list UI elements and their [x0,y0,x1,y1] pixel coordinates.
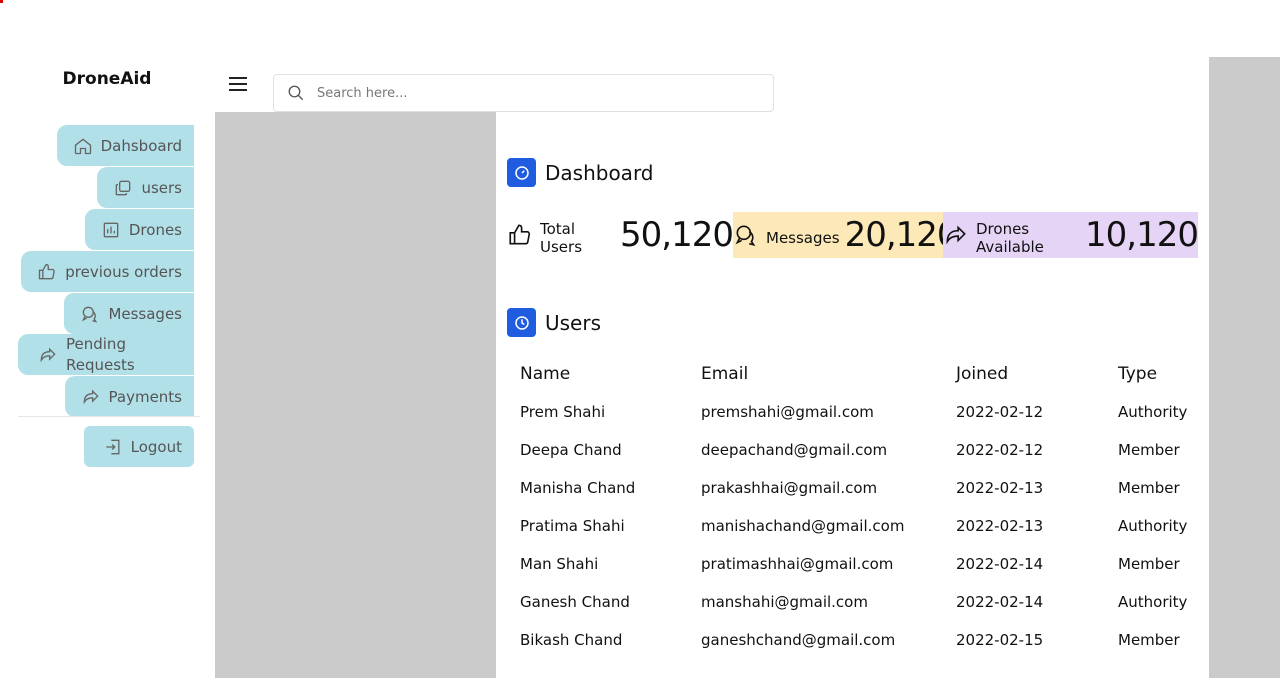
cell-type: Authority [1118,517,1188,535]
sidebar-item-drones[interactable]: Drones [84,209,194,250]
stat-value: 10,120 [1085,215,1199,255]
speedometer-icon [507,158,536,187]
cell-joined: 2022-02-14 [956,593,1044,611]
cell-email: deepachand@gmail.com [701,441,888,459]
cell-email: premshahi@gmail.com [701,403,874,421]
sidebar-item-label: users [141,178,182,197]
sidebar-item-users[interactable]: users [97,167,194,208]
cell-email: prakashhai@gmail.com [701,479,878,497]
sidebar-item-dashboard[interactable]: Dahsboard [56,125,194,166]
cell-type: Member [1118,631,1180,649]
logout-button[interactable]: Logout [84,426,194,467]
column-header-joined: Joined [956,364,1009,384]
cell-email: manshahi@gmail.com [701,593,868,611]
dashboard-heading: Dashboard [507,158,654,187]
clock-icon [507,308,536,337]
cell-name: Ganesh Chand [520,593,630,611]
cell-joined: 2022-02-13 [956,479,1044,497]
thumbs-up-icon [37,262,57,282]
sidebar-divider [18,416,200,417]
sidebar-item-previous-orders[interactable]: previous orders [21,251,194,292]
sidebar-item-label: previous orders [65,262,182,281]
table-row: Prem Shahi premshahi@gmail.com 2022-02-1… [507,393,1205,431]
cell-type: Member [1118,555,1180,573]
corner-marker [0,0,3,3]
cell-email: ganeshchand@gmail.com [701,631,896,649]
cell-type: Member [1118,441,1180,459]
sidebar-item-label: Drones [128,220,182,239]
column-header-email: Email [701,364,749,384]
column-header-type: Type [1118,364,1158,384]
stat-value: 20,120 [844,215,959,255]
cell-type: Authority [1118,403,1188,421]
share-icon [38,345,58,365]
users-heading: Users [507,308,601,337]
right-panel [1209,57,1280,678]
cell-name: Prem Shahi [520,403,606,421]
table-row: Manisha Chand prakashhai@gmail.com 2022-… [507,469,1205,507]
cell-email: manishachand@gmail.com [701,517,905,535]
users-title: Users [545,310,602,335]
stats-row: Total Users 50,120 Messages 20,120 Drone… [507,212,1199,258]
stat-total-users: Total Users 50,120 [507,212,734,258]
cell-email: pratimashhai@gmail.com [701,555,894,573]
table-row: Man Shahi pratimashhai@gmail.com 2022-02… [507,545,1205,583]
table-row: Pratima Shahi manishachand@gmail.com 202… [507,507,1205,545]
topbar [215,57,1209,112]
bar-chart-icon [101,220,121,240]
logout-label: Logout [130,437,182,456]
chat-icon [733,222,759,248]
column-header-name: Name [520,364,571,384]
cell-name: Bikash Chand [520,631,623,649]
stat-label: Total Users [540,220,583,256]
share-icon [81,387,101,407]
sidebar-item-label: Payments [108,387,182,406]
cell-type: Authority [1118,593,1188,611]
stat-value: 50,120 [620,215,734,255]
home-icon [73,136,93,156]
main-content: Dashboard Total Users 50,120 Messages 20… [496,112,1209,678]
sidebar-item-label: Messages [108,304,182,323]
thumbs-up-icon [507,222,533,248]
stat-label: Drones Available [976,220,1044,256]
search-bar[interactable] [273,74,774,112]
search-icon [287,84,305,102]
cell-name: Deepa Chand [520,441,622,459]
sidebar-item-payments[interactable]: Payments [64,376,194,417]
sidebar-item-label: Pending Requests [66,334,135,374]
table-header-row: Name Email Joined Type [507,355,1205,393]
stat-label: Messages [766,229,840,247]
brand-logo: DroneAid [62,69,152,89]
hamburger-menu-icon[interactable] [229,77,247,91]
cell-joined: 2022-02-15 [956,631,1044,649]
logout-icon [103,437,123,457]
sidebar-item-label: Dahsboard [100,136,182,155]
sidebar: DroneAid Dahsboard users Drones previous… [0,57,214,678]
sidebar-item-pending-requests[interactable]: Pending Requests [18,334,194,375]
stat-drones-available: Drones Available 10,120 [943,212,1199,258]
cell-type: Member [1118,479,1180,497]
cell-joined: 2022-02-12 [956,441,1044,459]
table-row: Deepa Chand deepachand@gmail.com 2022-02… [507,431,1205,469]
dashboard-title: Dashboard [545,160,654,185]
sidebar-item-messages[interactable]: Messages [64,293,194,334]
search-input[interactable] [317,85,717,101]
cell-joined: 2022-02-12 [956,403,1044,421]
left-panel [215,112,496,678]
stat-messages: Messages 20,120 [733,212,959,258]
cell-name: Pratima Shahi [520,517,625,535]
chat-icon [80,304,100,324]
cell-joined: 2022-02-14 [956,555,1044,573]
cell-name: Manisha Chand [520,479,636,497]
table-row: Bikash Chand ganeshchand@gmail.com 2022-… [507,621,1205,659]
share-icon [943,222,969,248]
cell-joined: 2022-02-13 [956,517,1044,535]
copy-icon [113,178,133,198]
cell-name: Man Shahi [520,555,599,573]
users-table: Name Email Joined Type Prem Shahi premsh… [507,355,1205,659]
table-row: Ganesh Chand manshahi@gmail.com 2022-02-… [507,583,1205,621]
